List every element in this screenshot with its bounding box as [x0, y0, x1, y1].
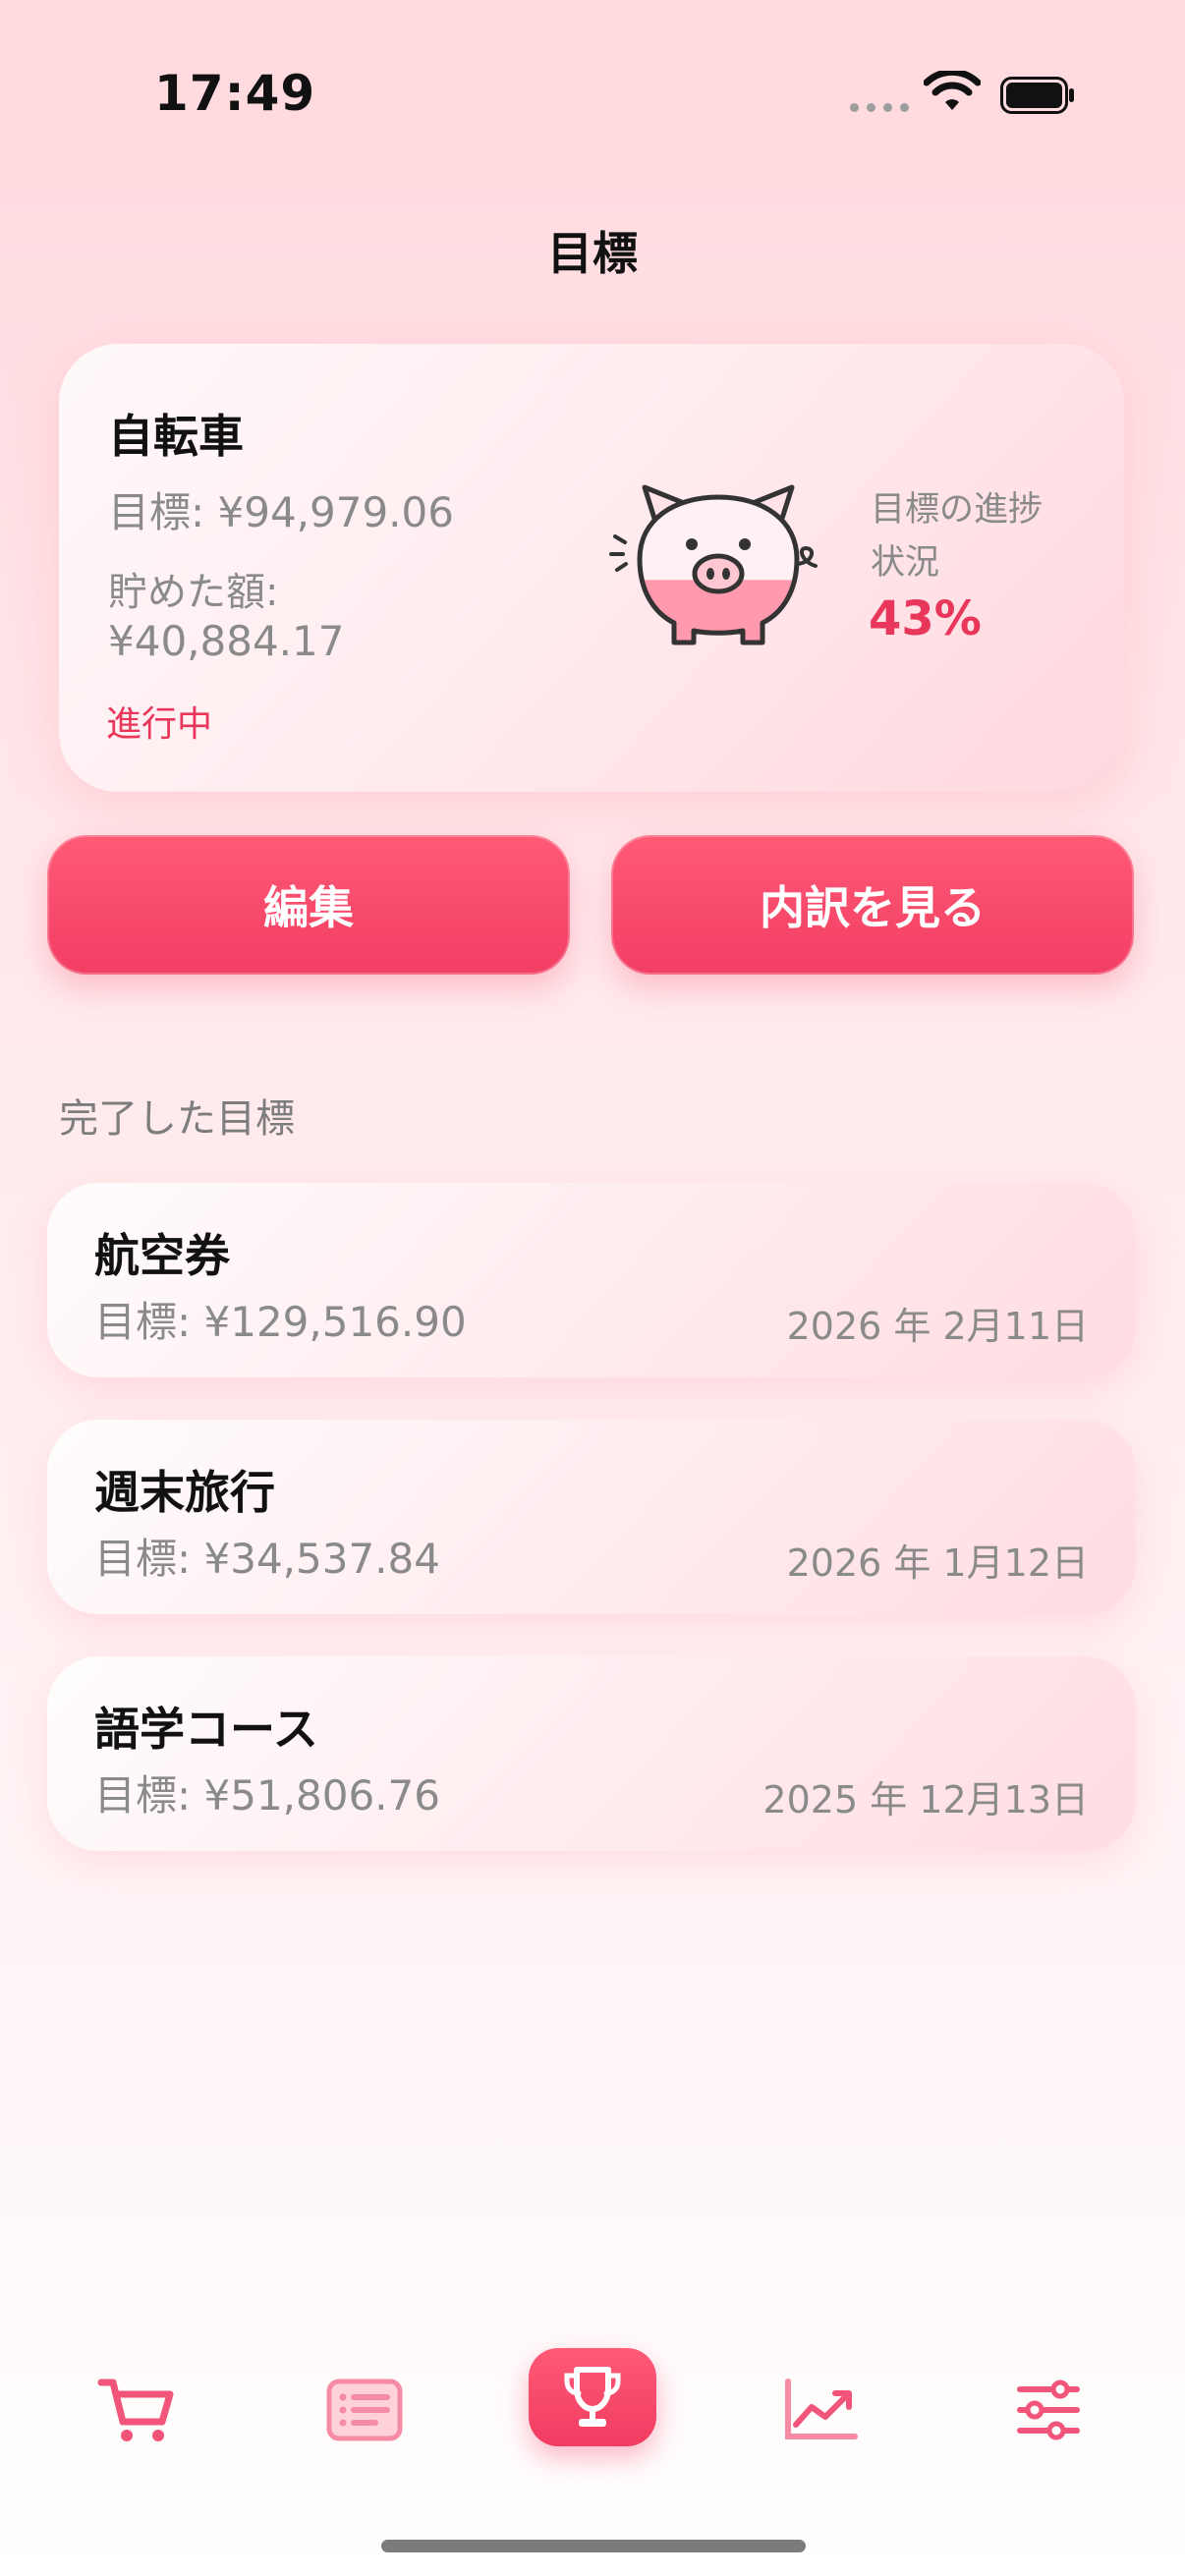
trophy-icon	[564, 2367, 621, 2427]
view-breakdown-button[interactable]: 内訳を見る	[611, 835, 1134, 975]
completed-goal-item[interactable]: 航空券 目標: ¥129,516.90 2026 年 2月11日	[47, 1183, 1136, 1377]
goal-status-label: 進行中	[106, 704, 213, 745]
chart-trend-icon	[785, 2379, 858, 2439]
goal-name: 自転車	[108, 410, 244, 463]
cellular-signal-icon	[850, 103, 909, 115]
cart-icon	[97, 2379, 174, 2441]
completed-goal-item[interactable]: 週末旅行 目標: ¥34,537.84 2026 年 1月12日	[47, 1420, 1136, 1614]
sliders-icon	[1017, 2380, 1080, 2440]
goal-saved-amount: ¥40,884.17	[108, 617, 345, 665]
tab-list[interactable]	[301, 2346, 428, 2474]
completed-goal-item[interactable]: 語学コース 目標: ¥51,806.76 2025 年 12月13日	[47, 1656, 1136, 1851]
tab-goals-icon-wrap	[529, 2334, 656, 2462]
goal-saved-label: 貯めた額:	[108, 570, 279, 615]
completed-goal-name: 航空券	[94, 1229, 230, 1282]
completed-goal-date: 2026 年 2月11日	[786, 1305, 1089, 1348]
page-title: 目標	[547, 227, 638, 280]
home-indicator[interactable]	[381, 2540, 806, 2552]
tab-shopping[interactable]	[73, 2346, 200, 2474]
completed-goal-date: 2025 年 12月13日	[762, 1778, 1089, 1821]
completed-goal-target: 目標: ¥51,806.76	[94, 1771, 440, 1820]
battery-icon	[1000, 77, 1074, 114]
goal-target-amount: 目標: ¥94,979.06	[108, 488, 454, 536]
tab-settings[interactable]	[985, 2346, 1112, 2474]
tab-analytics[interactable]	[757, 2346, 884, 2474]
completed-goal-target: 目標: ¥34,537.84	[94, 1535, 440, 1583]
completed-goal-name: 語学コース	[94, 1703, 318, 1756]
status-time: 17:49	[154, 65, 316, 122]
goal-progress-label: 目標の進捗状況	[871, 490, 1044, 583]
wifi-icon	[924, 71, 981, 110]
goal-progress-value: 43%	[869, 591, 982, 646]
list-icon	[326, 2379, 403, 2441]
completed-goals-heading: 完了した目標	[59, 1096, 295, 1142]
completed-goal-target: 目標: ¥129,516.90	[94, 1298, 467, 1346]
completed-goal-name: 週末旅行	[94, 1466, 275, 1519]
edit-goal-button[interactable]: 編集	[47, 835, 570, 975]
piggy-bank-icon	[609, 484, 818, 645]
completed-goal-date: 2026 年 1月12日	[786, 1541, 1089, 1585]
